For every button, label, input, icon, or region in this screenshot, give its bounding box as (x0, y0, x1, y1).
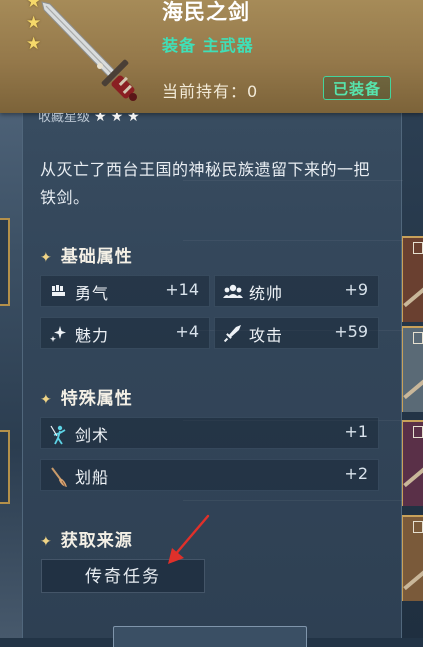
background-item-card (401, 326, 423, 412)
sparkle-icon (49, 324, 69, 344)
sparkle-bullet-icon: ✦ (40, 534, 53, 550)
sword-item-icon (41, 1, 137, 101)
collection-stars-row: 收藏星级 ★ ★ ★ (38, 113, 218, 125)
sparkle-bullet-icon: ✦ (40, 250, 53, 266)
mini-star-icon: ★ (110, 113, 124, 125)
equipped-badge: 已装备 (323, 76, 391, 100)
red-arrow-annotation-icon (168, 514, 210, 564)
swordsman-icon (49, 424, 69, 445)
owned-count: 当前持有：0 (162, 82, 259, 101)
source-heading: ✦ 获取来源 (40, 531, 133, 551)
collection-stars-label: 收藏星级 (38, 113, 91, 125)
item-type-line: 装备 主武器 (162, 36, 254, 55)
sword-icon (223, 324, 243, 344)
fist-icon (49, 282, 69, 302)
group-icon (223, 282, 243, 302)
rarity-star-icon: ★ (26, 13, 42, 33)
background-left-card (0, 430, 10, 504)
stat-courage: 勇气 +14 (40, 275, 210, 307)
background-item-card (401, 515, 423, 601)
stat-leadership: 统帅 +9 (214, 275, 379, 307)
item-name: 海民之剑 (162, 0, 250, 24)
oar-icon (49, 466, 69, 487)
mini-star-icon: ★ (127, 113, 140, 125)
rarity-star-icon: ★ (26, 34, 42, 54)
background-item-card (401, 420, 423, 506)
basic-attributes-heading: ✦ 基础属性 (40, 247, 133, 267)
stat-attack: 攻击 +59 (214, 317, 379, 349)
stat-rowing: 划船 +2 (40, 459, 379, 491)
item-description: 从灭亡了西台王国的神秘民族遗留下来的一把铁剑。 (40, 160, 371, 207)
stat-charm: 魅力 +4 (40, 317, 210, 349)
special-attributes-heading: ✦ 特殊属性 (40, 389, 133, 409)
rarity-star-icon: ★ (26, 0, 42, 12)
background-left-card (0, 218, 10, 306)
bottom-action-button[interactable] (113, 626, 307, 647)
sparkle-bullet-icon: ✦ (40, 392, 53, 408)
item-header: ★ ★ ★ 海民之剑 装备 主武器 当前持有：0 已装备 (0, 0, 423, 113)
mini-star-icon: ★ (94, 113, 107, 125)
stat-swordsmanship: 剑术 +1 (40, 417, 379, 449)
background-item-card (401, 236, 423, 322)
